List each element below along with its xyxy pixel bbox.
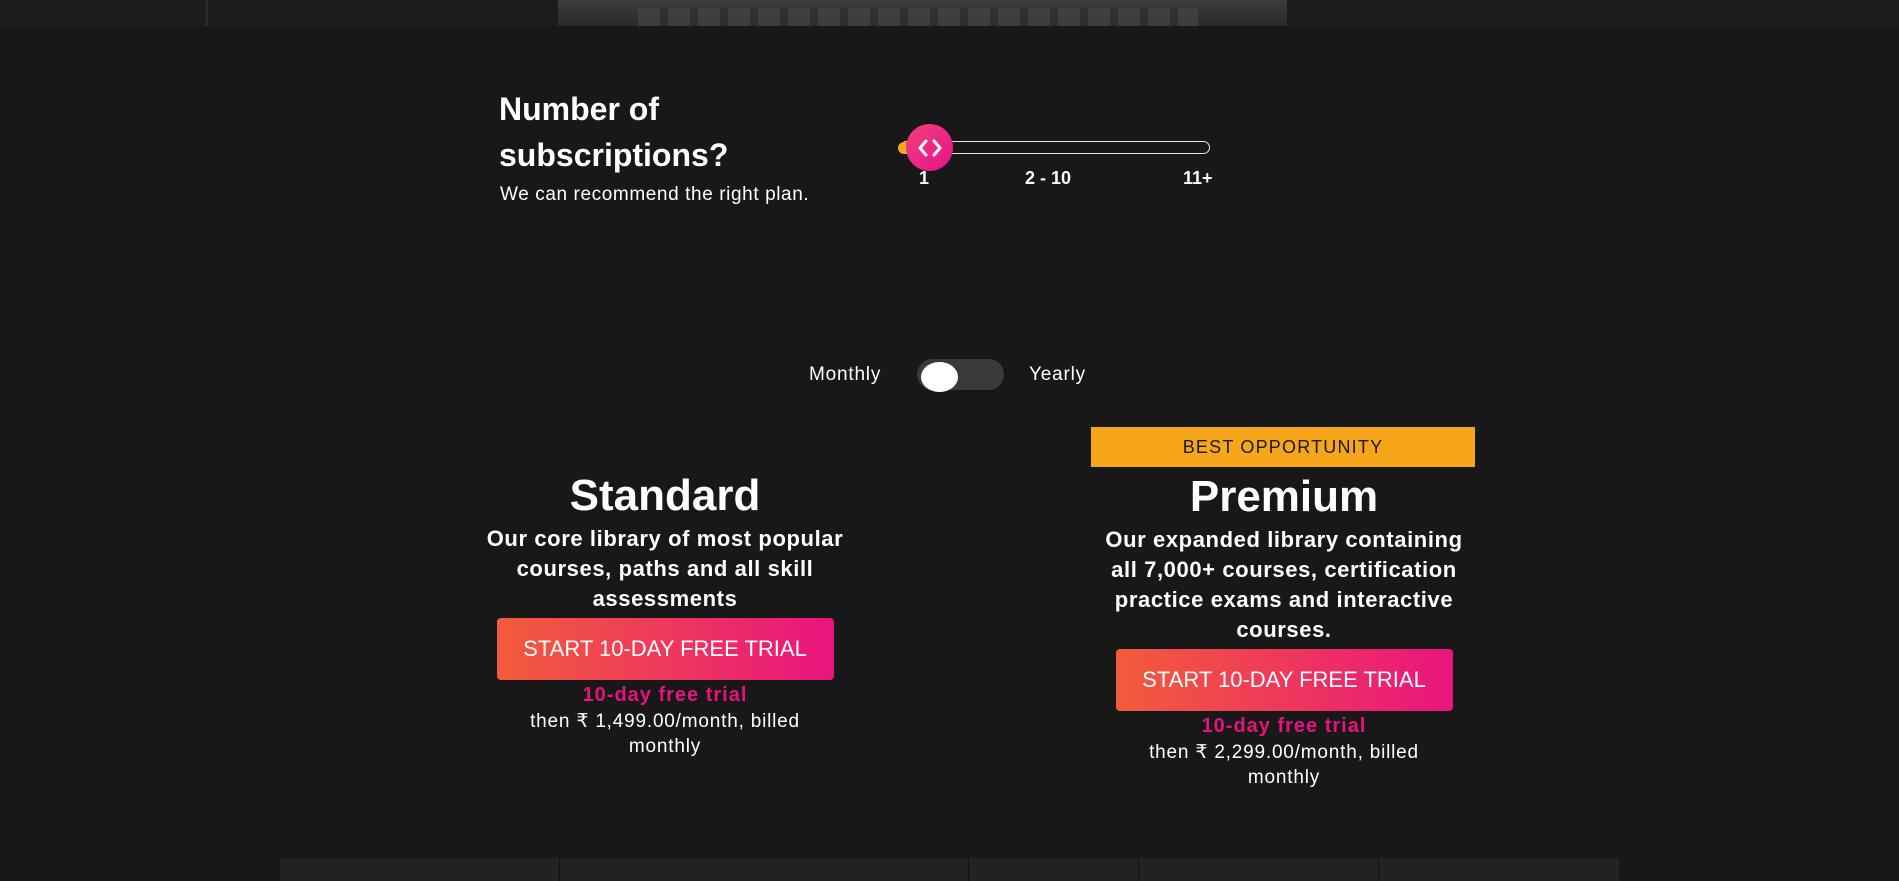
start-free-trial-button[interactable]: START 10-DAY FREE TRIAL (496, 618, 834, 680)
hero-image-strip (0, 0, 1899, 26)
plan-description: Our expanded library containing all 7,00… (1105, 527, 1463, 642)
subscriptions-heading: Number of subscriptions? (499, 91, 729, 173)
best-opportunity-badge: BEST OPPORTUNITY (1091, 427, 1475, 467)
table-header-cell (1379, 858, 1619, 881)
trial-note: 10-day free trial (582, 684, 748, 706)
plan-card-premium: BEST OPPORTUNITY Premium Our expanded li… (1091, 427, 1477, 790)
price-note: then ₹ 2,299.00/month, billed monthly (1149, 742, 1419, 788)
subscriptions-slider-thumb[interactable] (906, 124, 953, 171)
hero-image-edge (205, 0, 208, 26)
table-header-cell (560, 858, 969, 881)
plan-name: Standard (569, 471, 761, 520)
keyboard-keys (638, 8, 1198, 26)
plan-card-standard: Standard Our core library of most popula… (469, 470, 861, 759)
billing-period-toggle[interactable] (917, 359, 1004, 392)
comparison-table-header (280, 858, 1619, 881)
billing-yearly-label[interactable]: Yearly (1029, 364, 1086, 386)
start-free-trial-button[interactable]: START 10-DAY FREE TRIAL (1115, 649, 1453, 711)
toggle-knob (921, 362, 958, 392)
billing-monthly-label[interactable]: Monthly (809, 364, 881, 386)
plan-name: Premium (1189, 472, 1379, 521)
slider-tick-11-plus[interactable]: 11+ (1183, 168, 1213, 189)
subscriptions-subheading: We can recommend the right plan. (500, 184, 810, 205)
table-header-cell (969, 858, 1139, 881)
slider-tick-1[interactable]: 1 (919, 168, 929, 189)
pricing-page: Number of subscriptions? We can recommen… (0, 0, 1899, 881)
laptop-keyboard-image (558, 0, 1287, 26)
chevrons-left-right-icon (918, 139, 941, 156)
table-header-cell (1139, 858, 1379, 881)
trial-note: 10-day free trial (1201, 715, 1367, 737)
plan-description: Our core library of most popular courses… (486, 526, 844, 611)
slider-tick-2-10[interactable]: 2 - 10 (1025, 168, 1071, 189)
table-header-cell (280, 858, 560, 881)
price-note: then ₹ 1,499.00/month, billed monthly (530, 711, 800, 757)
